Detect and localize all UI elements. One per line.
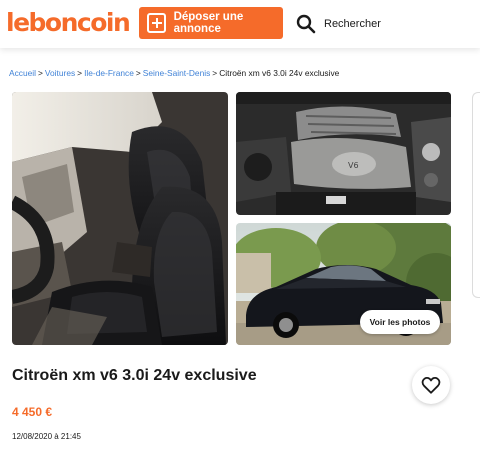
svg-text:V6: V6	[348, 161, 359, 170]
magnifier-icon	[296, 14, 316, 34]
breadcrumb-category[interactable]: Voitures	[45, 68, 75, 78]
leboncoin-logo[interactable]: leboncoin	[6, 8, 131, 38]
search-label: Rechercher	[324, 18, 381, 30]
breadcrumb: Accueil > Voitures > Ile-de-France > Seine-Sai…	[9, 68, 340, 78]
breadcrumb-department[interactable]: Seine-Saint-Denis	[143, 68, 211, 78]
see-photos-button[interactable]: Voir les photos	[360, 310, 440, 334]
favorite-button[interactable]	[412, 366, 450, 404]
listing-date: 12/08/2020 à 21:45	[12, 432, 81, 441]
photo-engine[interactable]: V6	[236, 92, 451, 215]
contact-panel-edge	[472, 92, 480, 298]
listing-title: Citroën xm v6 3.0i 24v exclusive	[12, 367, 257, 384]
post-ad-label: Déposer une annonce	[173, 11, 244, 35]
breadcrumb-home[interactable]: Accueil	[9, 68, 36, 78]
listing-price: 4 450 €	[12, 405, 53, 419]
breadcrumb-region[interactable]: Ile-de-France	[84, 68, 134, 78]
breadcrumb-current: Citroën xm v6 3.0i 24v exclusive	[219, 68, 340, 78]
top-header: leboncoin Déposer une annonce Rechercher	[0, 0, 480, 48]
heart-outline-icon	[421, 376, 441, 394]
post-ad-button[interactable]: Déposer une annonce	[139, 7, 283, 39]
search-button[interactable]: Rechercher	[296, 10, 381, 38]
photo-interior[interactable]	[12, 92, 228, 345]
plus-square-icon	[147, 13, 166, 33]
